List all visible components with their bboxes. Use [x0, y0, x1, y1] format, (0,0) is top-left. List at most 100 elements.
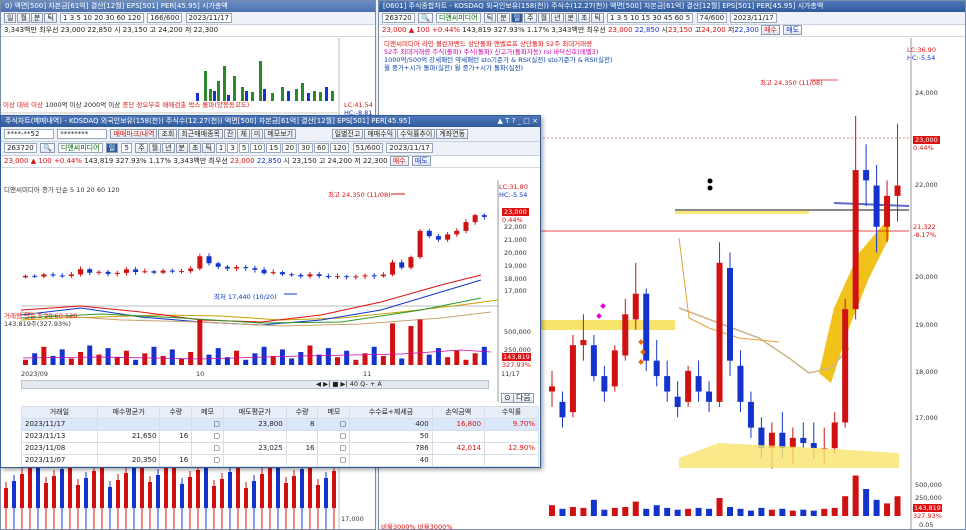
main-tab-4[interactable]: 월 — [537, 13, 551, 23]
bg-candle — [124, 473, 128, 508]
front-interval-4[interactable]: 초 — [189, 143, 202, 153]
main-count[interactable]: 74/600 — [696, 13, 728, 23]
front-scroll-bar[interactable] — [21, 380, 489, 389]
bg-tab-min[interactable]: 분 — [30, 13, 44, 23]
front-interval-8[interactable]: 5 — [238, 143, 250, 153]
front-candle — [252, 268, 258, 270]
table-row[interactable]: 2023/11/07 20,350 16 ▢ ▢ 40 — [21, 454, 539, 467]
table-row[interactable]: 2023/11/17 ▢ 23,800 8 ▢ 400 16,800 9.70% — [21, 418, 539, 431]
main-candle — [601, 376, 608, 392]
bg-tab-tick[interactable]: 틱 — [44, 13, 57, 23]
main-tab-3[interactable]: 주 — [524, 13, 537, 23]
main-vol-bar — [653, 505, 660, 516]
front-tab-3[interactable]: 잔 — [224, 129, 237, 139]
front-right-tab-0[interactable]: 일별잔고 — [331, 129, 364, 139]
main-candle — [611, 350, 618, 387]
front-interval-0[interactable]: 주 — [135, 143, 148, 153]
main-tab-0[interactable]: 틱 — [483, 13, 497, 23]
front-current-pct: 0.44% — [502, 216, 523, 224]
main-tab-2[interactable]: 일 — [510, 13, 524, 23]
main-tab-5[interactable]: 년 — [551, 13, 564, 23]
bg-tab-month[interactable]: 월 — [17, 13, 30, 23]
front-interval-7[interactable]: 3 — [227, 143, 238, 153]
bg-date[interactable]: 2023/11/17 — [185, 13, 232, 23]
main-interval-box[interactable]: 1 3 5 10 15 30 45 60 5 — [607, 13, 694, 23]
table-row[interactable]: 2023/11/13 21,650 16 ▢ ▢ 50 — [21, 430, 539, 443]
front-interval-13[interactable]: 60 — [314, 143, 329, 153]
account-input[interactable]: ****-**52 — [4, 129, 54, 139]
front-period[interactable]: 일 — [105, 143, 119, 153]
front-right-tab-1[interactable]: 매매수익 — [364, 129, 397, 139]
front-next-button[interactable]: 다음 — [513, 393, 534, 403]
front-tab-4[interactable]: 체 — [237, 129, 250, 139]
bg-candle — [20, 474, 24, 508]
front-right-tab-2[interactable]: 수익률추이 — [397, 129, 436, 139]
main-y-label: 17,000 — [915, 414, 938, 422]
front-vol-bar — [252, 353, 258, 365]
front-count[interactable]: 51/600 — [352, 143, 384, 153]
main-candle — [852, 170, 859, 310]
main-stock-name[interactable]: 디앤씨미디어 — [435, 13, 481, 23]
front-tab-2[interactable]: 최근매매종목 — [178, 129, 223, 139]
bg-top-bar — [331, 91, 334, 101]
front-interval-6[interactable]: 1 — [215, 143, 227, 153]
table-header: 메모 — [191, 406, 224, 419]
front-candle — [445, 234, 451, 240]
front-interval-1[interactable]: 월 — [148, 143, 162, 153]
front-period-n[interactable]: 5 — [121, 143, 132, 153]
front-date[interactable]: 2023/11/17 — [386, 143, 433, 153]
bg-candle — [52, 476, 56, 508]
bg-candle — [252, 481, 256, 508]
front-candle — [307, 274, 313, 277]
front-search-icon[interactable]: 🔍 — [39, 143, 55, 153]
main-price-line: 23,000 ▲ 100 +0.44% 143,819 327.93% 1.17… — [379, 25, 965, 37]
front-candle — [325, 276, 331, 278]
main-code-input[interactable]: 263720 — [382, 13, 415, 23]
front-scroll-controls[interactable]: ◀ ▶| ■ ▶| 40 Q- + A — [316, 380, 382, 389]
main-tab-1[interactable]: 분 — [497, 13, 510, 23]
main-marker-dot — [707, 178, 713, 184]
front-zoom-icon[interactable]: ⊙ — [501, 393, 514, 403]
front-interval-9[interactable]: 10 — [250, 143, 266, 153]
front-candle — [435, 236, 441, 240]
front-tab-5[interactable]: 미 — [250, 129, 264, 139]
front-vol-bar — [160, 355, 166, 365]
front-sell-button[interactable]: 매도 — [411, 156, 431, 166]
bg-count[interactable]: 166/600 — [147, 13, 183, 23]
bg-interval-box[interactable]: 1 3 5 10 20 30 60 120 — [60, 13, 144, 23]
main-tab-6[interactable]: 분 — [564, 13, 577, 23]
front-buy-button[interactable]: 매수 — [389, 156, 409, 166]
front-interval-5[interactable]: 틱 — [202, 143, 215, 153]
main-vol-bar — [622, 507, 629, 516]
password-input[interactable]: ******** — [57, 129, 108, 139]
table-cell: 2023/11/13 — [21, 430, 98, 443]
front-tab-1[interactable]: 조회 — [158, 129, 178, 139]
front-tab-0[interactable]: 매매마크/내역 — [110, 129, 158, 139]
main-bottom-right: 0.05 — [919, 521, 934, 529]
front-interval-14[interactable]: 120 — [329, 143, 350, 153]
front-window-controls[interactable]: ▲ T ? _ □ × — [498, 116, 538, 127]
main-date[interactable]: 2023/11/17 — [730, 13, 777, 23]
main-avg-pct: -8.17% — [913, 231, 936, 239]
table-row[interactable]: 2023/11/08 ▢ 23,025 16 ▢ 786 42,014 12.90% — [21, 442, 539, 455]
main-sell-button[interactable]: 매도 — [783, 25, 803, 35]
main-candle — [727, 267, 733, 361]
main-tab-7[interactable]: 초 — [577, 13, 591, 23]
front-code-input[interactable]: 263720 — [4, 143, 37, 153]
front-interval-12[interactable]: 30 — [298, 143, 313, 153]
front-tab-6[interactable]: 메모보기 — [264, 129, 297, 139]
front-interval-10[interactable]: 15 — [266, 143, 282, 153]
table-cell: ▢ — [317, 454, 351, 467]
front-vol-bar — [463, 359, 469, 365]
main-tab-8[interactable]: 틱 — [591, 13, 604, 23]
main-search-icon[interactable]: 🔍 — [417, 13, 433, 23]
front-interval-3[interactable]: 분 — [175, 143, 188, 153]
front-right-tab-3[interactable]: 계좌연동 — [436, 129, 469, 139]
main-candle — [590, 345, 597, 377]
front-interval-2[interactable]: 년 — [162, 143, 175, 153]
main-buy-button[interactable]: 매수 — [761, 25, 780, 35]
front-stock-name[interactable]: 디앤씨미디어 — [57, 143, 103, 153]
bg-tab-day[interactable]: 일 — [4, 13, 17, 23]
front-interval-11[interactable]: 20 — [282, 143, 298, 153]
front-vol-bar — [142, 353, 148, 365]
